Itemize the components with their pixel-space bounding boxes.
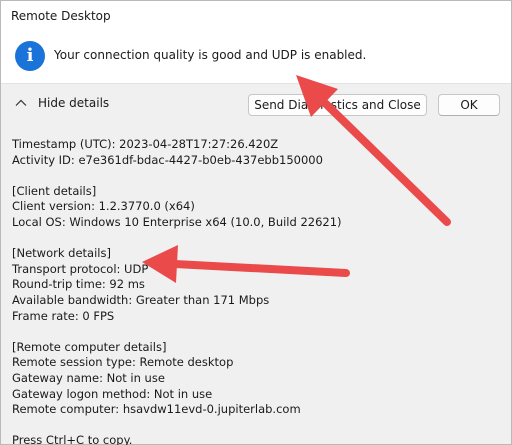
gateway-name-line: Gateway name: Not in use [12, 370, 165, 385]
remote-session-type-line: Remote session type: Remote desktop [12, 355, 234, 370]
local-os-line: Local OS: Windows 10 Enterprise x64 (10.… [12, 214, 342, 229]
window-title: Remote Desktop [11, 9, 111, 23]
timestamp-line: Timestamp (UTC): 2023-04-28T17:27:26.420… [12, 137, 279, 151]
hide-details-label: Hide details [38, 96, 110, 110]
round-trip-time-line: Round-trip time: 92 ms [12, 277, 145, 292]
client-details-header: [Client details] [12, 183, 97, 198]
client-version-line: Client version: 1.2.3770.0 (x64) [12, 199, 195, 214]
gateway-logon-method-line: Gateway logon method: Not in use [12, 386, 213, 401]
ok-button[interactable]: OK [438, 94, 500, 116]
connection-details: Timestamp (UTC): 2023-04-28T17:27:26.420… [12, 137, 502, 445]
copy-hint-line: Press Ctrl+C to copy. [12, 433, 133, 445]
connection-quality-message: Your connection quality is good and UDP … [54, 48, 367, 62]
info-icon: i [15, 41, 45, 71]
activity-id-line: Activity ID: e7e361df-bdac-4427-b0eb-437… [12, 152, 323, 167]
remote-computer-line: Remote computer: hsavdw11evd-0.jupiterla… [12, 402, 301, 417]
network-details-header: [Network details] [12, 246, 111, 261]
available-bandwidth-line: Available bandwidth: Greater than 171 Mb… [12, 292, 270, 307]
remote-desktop-dialog: Remote Desktop i Your connection quality… [0, 0, 512, 445]
title-bar[interactable]: Remote Desktop [1, 1, 511, 31]
message-area: i Your connection quality is good and UD… [1, 31, 511, 83]
remote-computer-details-header: [Remote computer details] [12, 339, 167, 354]
send-diagnostics-button[interactable]: Send Diagnostics and Close [248, 94, 427, 116]
frame-rate-line: Frame rate: 0 FPS [12, 308, 115, 323]
transport-protocol-line: Transport protocol: UDP [12, 261, 149, 276]
controls-bar: Hide details Send Diagnostics and Close … [1, 84, 511, 124]
chevron-up-icon [15, 99, 27, 106]
hide-details-toggle[interactable]: Hide details [14, 96, 109, 110]
